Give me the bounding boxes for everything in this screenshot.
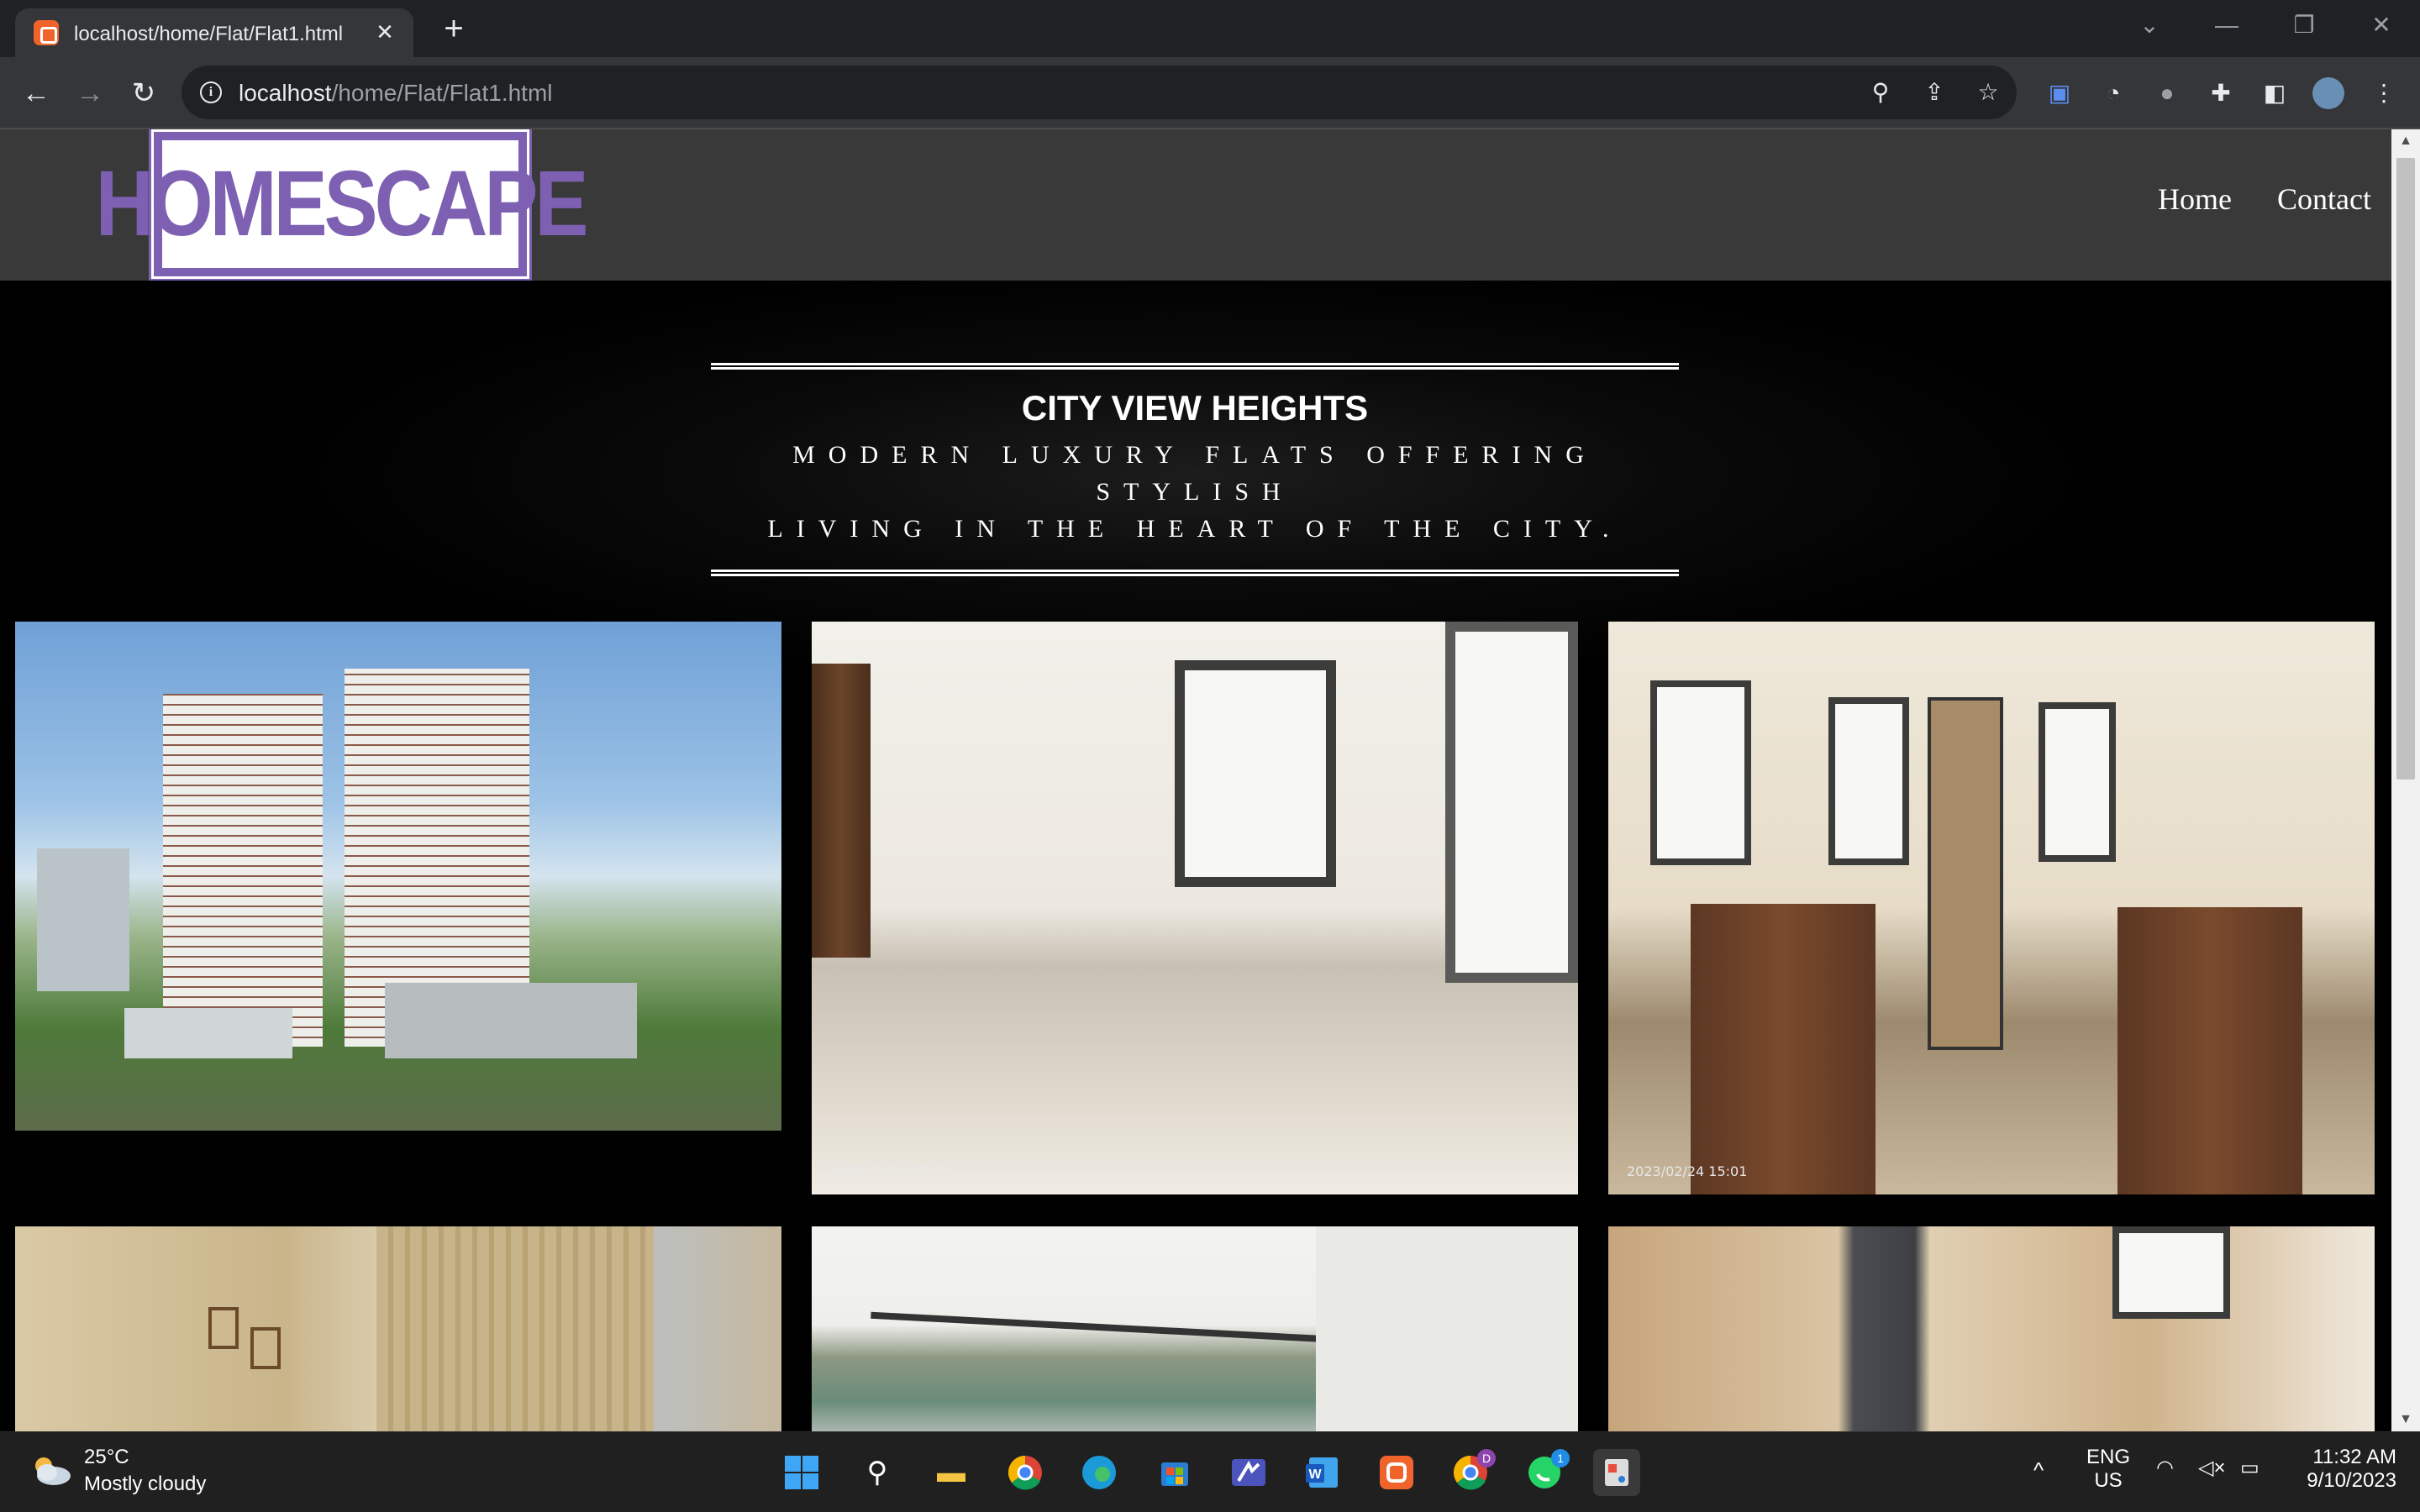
scroll-thumb[interactable] — [2396, 158, 2415, 780]
chrome-profile-badge: D — [1477, 1449, 1496, 1467]
url-text[interactable]: localhost/home/Flat/Flat1.html — [239, 80, 553, 107]
whatsapp-icon[interactable]: 1 — [1521, 1449, 1570, 1496]
battery-icon[interactable]: ▭ — [2240, 1456, 2260, 1480]
snipping-tool-icon[interactable] — [1593, 1449, 1640, 1496]
address-bar[interactable]: i localhost/home/Flat/Flat1.html ⚲ ⇪ ☆ — [182, 66, 2017, 119]
weather-temperature[interactable]: 25°C — [84, 1446, 129, 1469]
logo-text: HOMESCAPE — [95, 151, 589, 255]
hero-subtitle-line-1: MODERN LUXURY FLATS OFFERING STYLISH — [792, 441, 1597, 506]
page-viewport: HOMESCAPE Home Contact CITY VIEW HEIGHTS… — [0, 129, 2391, 1431]
zoom-icon[interactable]: ⚲ — [1865, 77, 1896, 108]
browser-tab-strip: localhost/home/Flat/Flat1.html ✕ + ⌄ — ❐… — [0, 0, 2420, 57]
extension-gauge-icon[interactable]: ◔ — [2097, 77, 2129, 109]
profile-avatar[interactable] — [2312, 77, 2344, 109]
extension-photo-icon[interactable]: ▣ — [2044, 77, 2075, 109]
word-icon[interactable]: W — [1299, 1449, 1346, 1496]
side-panel-icon[interactable]: ◧ — [2259, 77, 2291, 109]
search-icon[interactable]: ⚲ — [854, 1449, 901, 1496]
scroll-down-arrow-icon[interactable]: ▼ — [2391, 1408, 2420, 1431]
photo-timestamp: 2023/02/24 15:01 — [1627, 1163, 1748, 1179]
site-info-icon[interactable]: i — [200, 81, 222, 103]
cloudy-weather-icon[interactable] — [29, 1452, 72, 1486]
power-automate-icon[interactable] — [1225, 1449, 1272, 1496]
clock-time: 11:32 AM — [2312, 1446, 2396, 1468]
page-scrollbar[interactable]: ▲ ▼ — [2391, 129, 2420, 1431]
gallery-photo-bathroom[interactable] — [1608, 1226, 2375, 1431]
start-windows-icon[interactable] — [778, 1449, 825, 1496]
nav-home-link[interactable]: Home — [2158, 181, 2232, 217]
gallery-photo-kitchen[interactable]: 2023/02/24 15:01 — [1608, 622, 2375, 1194]
gallery-photo-balcony[interactable] — [812, 1226, 1578, 1431]
browser-tab[interactable]: localhost/home/Flat/Flat1.html ✕ — [15, 8, 413, 57]
weather-description[interactable]: Mostly cloudy — [84, 1473, 206, 1496]
close-window-button[interactable]: ✕ — [2343, 0, 2420, 50]
chrome-profile-icon[interactable]: D — [1447, 1449, 1496, 1496]
restore-button[interactable]: ❐ — [2265, 0, 2343, 50]
clock-date: 9/10/2023 — [2307, 1469, 2396, 1492]
bookmark-star-icon[interactable]: ☆ — [1973, 77, 2003, 108]
edge-icon[interactable] — [1076, 1449, 1123, 1496]
hero-bottom-rule — [711, 570, 1679, 576]
photo-timestamp: 2023/02/24 15:01 — [830, 1163, 951, 1179]
xampp-icon[interactable] — [1373, 1449, 1420, 1496]
new-tab-button[interactable]: + — [435, 10, 472, 47]
menu-kebab-icon[interactable]: ⋮ — [2368, 77, 2400, 109]
file-explorer-icon[interactable]: ▬ — [928, 1449, 975, 1496]
browser-toolbar: ← → ↻ i localhost/home/Flat/Flat1.html ⚲… — [0, 57, 2420, 129]
hero-subtitle: MODERN LUXURY FLATS OFFERING STYLISH LIV… — [711, 437, 1679, 548]
clock[interactable]: 11:32 AM 9/10/2023 — [2279, 1446, 2396, 1493]
hero-top-rule — [711, 363, 1679, 370]
xampp-favicon-icon — [34, 20, 59, 45]
hero-title: CITY VIEW HEIGHTS — [1021, 388, 1369, 428]
tab-search-chevron-icon[interactable]: ⌄ — [2111, 0, 2188, 50]
reload-button[interactable]: ↻ — [124, 74, 163, 113]
gallery-photo-building[interactable] — [15, 622, 781, 1131]
chrome-icon[interactable] — [1002, 1449, 1049, 1496]
whatsapp-badge: 1 — [1551, 1449, 1570, 1467]
homescape-logo[interactable]: HOMESCAPE — [96, 129, 588, 281]
microsoft-store-icon[interactable] — [1151, 1449, 1198, 1496]
windows-taskbar: 25°C Mostly cloudy ⚲ ▬ W D 1 ^ ENG US ◠ … — [0, 1431, 2420, 1512]
tab-title: localhost/home/Flat/Flat1.html — [74, 23, 344, 45]
minimize-button[interactable]: — — [2188, 0, 2265, 50]
wifi-icon[interactable]: ◠ — [2156, 1456, 2174, 1480]
extension-shield-icon[interactable]: ● — [2151, 77, 2183, 109]
forward-button[interactable]: → — [71, 74, 109, 113]
scroll-up-arrow-icon[interactable]: ▲ — [2391, 129, 2420, 153]
share-icon[interactable]: ⇪ — [1919, 77, 1949, 108]
nav-contact-link[interactable]: Contact — [2277, 181, 2371, 217]
back-button[interactable]: ← — [17, 74, 55, 113]
hero-subtitle-line-2: LIVING IN THE HEART OF THE CITY. — [767, 515, 1623, 543]
language-indicator[interactable]: ENG US — [2079, 1446, 2138, 1493]
show-hidden-icons-chevron-icon[interactable]: ^ — [2033, 1457, 2044, 1483]
close-tab-icon[interactable]: ✕ — [370, 17, 400, 47]
gallery-photo-living-room[interactable]: 2023/02/24 15:01 — [812, 622, 1578, 1194]
svg-text:W: W — [1308, 1467, 1322, 1482]
extensions-puzzle-icon[interactable]: ✚ — [2205, 77, 2237, 109]
site-header: HOMESCAPE Home Contact — [0, 129, 2391, 281]
gallery-photo-bedroom[interactable] — [15, 1226, 781, 1431]
volume-muted-icon[interactable]: ◁× — [2198, 1456, 2225, 1480]
